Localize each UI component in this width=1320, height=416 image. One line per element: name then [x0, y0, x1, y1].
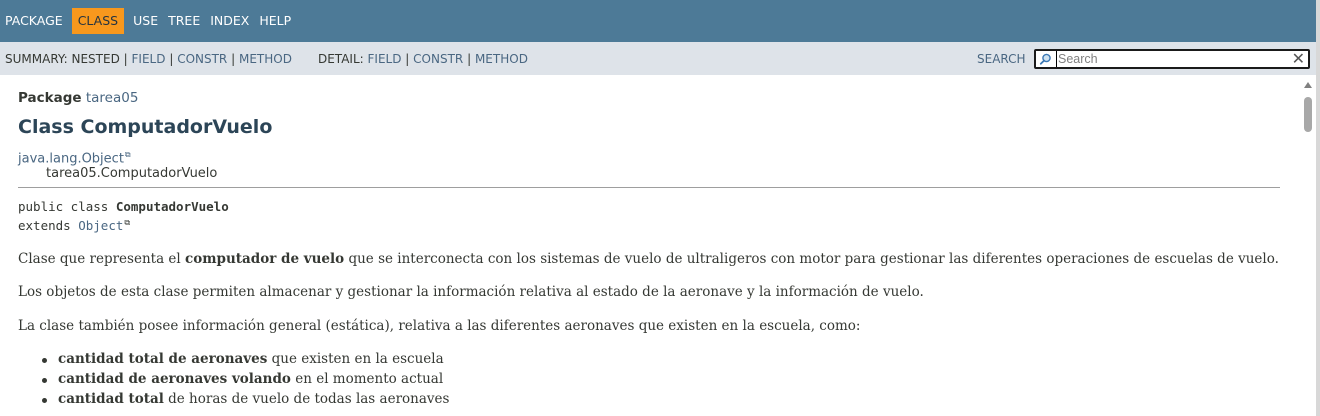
- search-box: ✕: [1034, 49, 1310, 69]
- inheritance-child: tarea05.ComputadorVuelo: [46, 166, 218, 181]
- package-line: Package tarea05: [18, 90, 138, 106]
- list-item: cantidad total de aeronaves que existen …: [42, 351, 449, 371]
- nav-tree-link[interactable]: TREE: [163, 8, 205, 34]
- package-label: Package: [18, 90, 82, 106]
- window-edge: [1316, 0, 1320, 416]
- close-icon[interactable]: ✕: [1292, 50, 1305, 68]
- top-navigation-bar: PACKAGE CLASS USE TREE INDEX HELP: [0, 0, 1316, 42]
- list-item: cantidad de aeronaves volando en el mome…: [42, 371, 449, 391]
- search-icon: [1039, 53, 1051, 65]
- inheritance-parent: java.lang.Object⧉: [18, 150, 131, 166]
- static-info-list: cantidad total de aeronaves que existen …: [42, 351, 449, 410]
- scroll-up-arrow-icon[interactable]: [1304, 82, 1312, 88]
- package-link[interactable]: tarea05: [86, 90, 139, 106]
- nav-help-link[interactable]: HELP: [254, 8, 296, 34]
- list-item-bold: cantidad de aeronaves volando: [58, 370, 291, 387]
- p1-text-end: que se interconecta con los sistemas de …: [344, 251, 1279, 267]
- list-item: cantidad total de horas de vuelo de toda…: [42, 391, 449, 411]
- summary-method-link[interactable]: METHOD: [239, 52, 292, 66]
- detail-method-link[interactable]: METHOD: [475, 52, 528, 66]
- list-item-bold: cantidad total: [58, 390, 164, 407]
- external-link-icon: ⧉: [124, 218, 131, 227]
- scrollbar-thumb[interactable]: [1304, 97, 1312, 132]
- summary-label: SUMMARY:: [5, 51, 68, 66]
- class-extends: extends Object⧉: [18, 218, 130, 233]
- summary-field-link[interactable]: FIELD: [132, 52, 166, 66]
- signature-modifiers: public class: [18, 199, 116, 214]
- summary-links: SUMMARY: NESTED | FIELD | CONSTR | METHO…: [0, 52, 292, 66]
- vertical-scrollbar[interactable]: [1300, 75, 1316, 416]
- list-item-bold: cantidad total de aeronaves: [58, 351, 268, 367]
- page-title: Class ComputadorVuelo: [18, 116, 273, 138]
- nav-index-link[interactable]: INDEX: [205, 8, 254, 34]
- search-input[interactable]: [1056, 51, 1288, 67]
- detail-links: DETAIL: FIELD | CONSTR | METHOD: [318, 52, 528, 66]
- p1-bold: computador de vuelo: [185, 251, 345, 267]
- description-paragraph-2: Los objetos de esta clase permiten almac…: [18, 284, 924, 300]
- list-item-text: de horas de vuelo de todas las aeronaves: [163, 390, 450, 407]
- object-link[interactable]: java.lang.Object: [18, 151, 124, 166]
- detail-field-link[interactable]: FIELD: [368, 52, 402, 66]
- summary-constr-link[interactable]: CONSTR: [177, 52, 227, 66]
- divider: [18, 187, 1280, 188]
- description-paragraph-3: La clase también posee información gener…: [18, 318, 861, 334]
- nav-class-tab-active[interactable]: CLASS: [71, 8, 125, 34]
- nav-use-link[interactable]: USE: [128, 8, 163, 34]
- nav-package-link[interactable]: PACKAGE: [0, 8, 68, 34]
- search-label: SEARCH: [977, 52, 1026, 66]
- extends-keyword: extends: [18, 218, 79, 234]
- class-signature: public class ComputadorVuelo: [18, 199, 229, 214]
- external-link-icon: ⧉: [124, 150, 131, 159]
- list-item-text: en el momento actual: [290, 370, 444, 387]
- extends-object-link[interactable]: Object: [78, 218, 123, 233]
- detail-label: DETAIL:: [317, 51, 364, 66]
- summary-nested: NESTED: [71, 51, 120, 66]
- signature-class-name: ComputadorVuelo: [115, 199, 229, 214]
- list-item-text: que existen en la escuela: [267, 351, 444, 367]
- p1-text: Clase que representa el: [18, 251, 186, 267]
- description-paragraph-1: Clase que representa el computador de vu…: [18, 251, 1279, 267]
- detail-constr-link[interactable]: CONSTR: [413, 52, 463, 66]
